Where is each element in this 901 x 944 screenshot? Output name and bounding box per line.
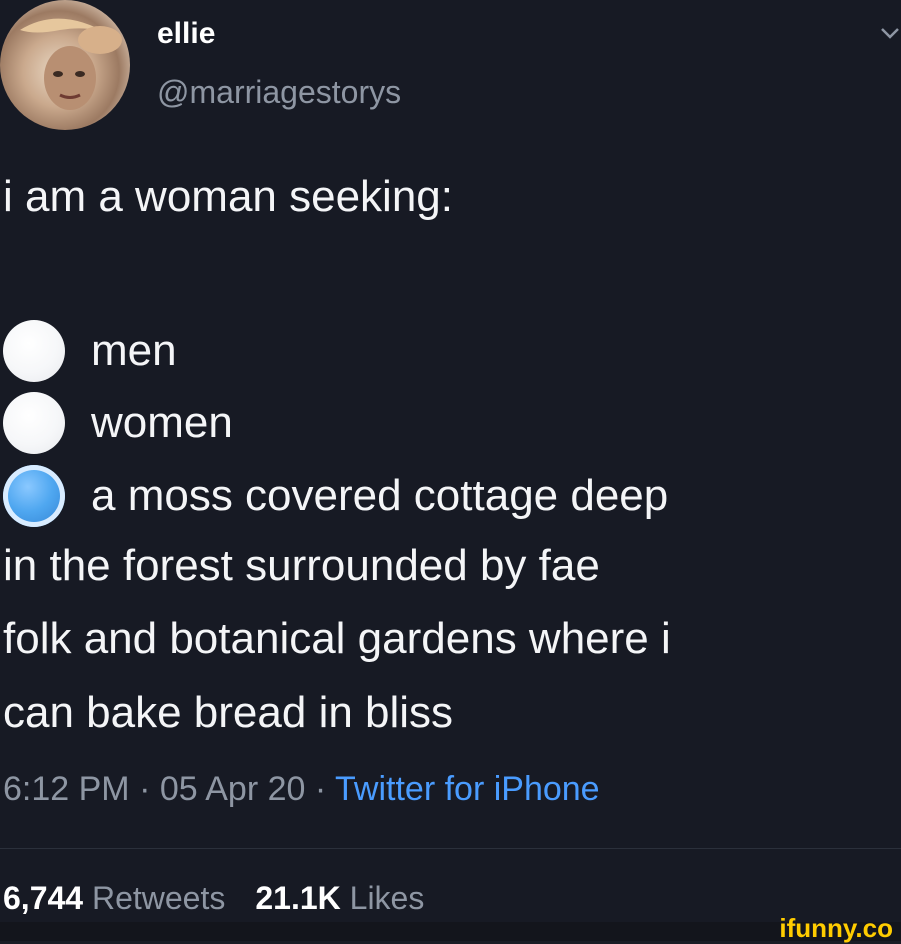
tweet-intro-text: i am a woman seeking: (3, 172, 453, 221)
meta-separator: · (129, 770, 160, 808)
tweet-date[interactable]: 05 Apr 20 (160, 770, 306, 808)
chevron-down-icon[interactable] (879, 22, 901, 44)
avatar[interactable] (0, 0, 130, 130)
divider (0, 848, 901, 849)
watermark-bar (0, 922, 901, 941)
radio-unselected-icon (3, 392, 65, 454)
tweet-time[interactable]: 6:12 PM (3, 770, 130, 808)
user-handle[interactable]: @marriagestorys (157, 74, 401, 111)
likes-count: 21.1K (255, 880, 341, 916)
radio-unselected-icon (3, 320, 65, 382)
avatar-photo-icon (20, 18, 122, 110)
tweet-source-link[interactable]: Twitter for iPhone (335, 770, 600, 808)
tweet-text-line: folk and botanical gardens where i (3, 614, 671, 663)
retweets-stat[interactable]: 6,744 Retweets (3, 880, 225, 916)
option-women: women (3, 392, 233, 454)
tweet-text-line: in the forest surrounded by fae (3, 541, 600, 590)
ifunny-watermark: ifunny.co (779, 913, 893, 943)
radio-selected-icon (3, 465, 65, 527)
tweet-stats: 6,744 Retweets 21.1K Likes (3, 880, 424, 917)
likes-label: Likes (349, 880, 425, 916)
meta-separator: · (305, 770, 336, 808)
option-label: a moss covered cottage deep (91, 471, 669, 520)
option-label: women (91, 398, 233, 447)
likes-stat[interactable]: 21.1K Likes (255, 880, 424, 916)
tweet-meta: 6:12 PM · 05 Apr 20 · Twitter for iPhone (3, 770, 600, 809)
retweets-count: 6,744 (3, 880, 84, 916)
tweet-text-line: can bake bread in bliss (3, 688, 454, 737)
option-label: men (91, 326, 177, 375)
option-men: men (3, 320, 177, 382)
option-cottage: a moss covered cottage deep (3, 465, 668, 527)
display-name[interactable]: ellie (157, 17, 215, 51)
tweet-card: ellie @marriagestorys i am a woman seeki… (0, 0, 901, 922)
retweets-label: Retweets (91, 880, 226, 916)
